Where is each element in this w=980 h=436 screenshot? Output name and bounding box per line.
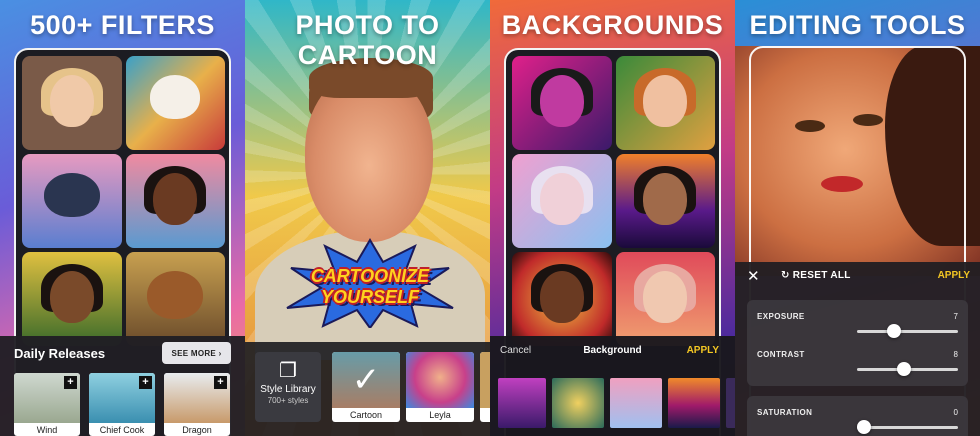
background-tile[interactable]	[615, 154, 715, 248]
reset-label: RESET ALL	[792, 270, 851, 281]
add-icon[interactable]: +	[64, 376, 77, 389]
filter-grid	[22, 56, 225, 346]
headline-cartoon-1: PHOTO TO	[295, 10, 440, 40]
background-option[interactable]	[668, 378, 720, 428]
filter-tile[interactable]	[22, 154, 122, 248]
slider-track[interactable]	[857, 426, 958, 429]
slider-exposure[interactable]: EXPOSURE 7	[757, 312, 958, 342]
gallery-icon: ❐	[279, 360, 297, 382]
checkmark-icon: ✓	[332, 352, 400, 408]
slider-label: SATURATION	[757, 408, 813, 417]
slider-saturation[interactable]: SATURATION 0	[757, 408, 958, 436]
background-tile[interactable]	[615, 252, 715, 346]
sticker-line-1: CARTOONIZE	[310, 266, 430, 286]
style-label: Cartoon	[349, 410, 383, 420]
filter-tile[interactable]	[125, 56, 225, 150]
background-tile[interactable]	[512, 252, 612, 346]
adjust-panel: ✕ ↻ RESET ALL APPLY EXPOSURE 7 CONTRAST …	[735, 262, 980, 436]
slider-label: CONTRAST	[757, 350, 805, 359]
background-grid	[512, 56, 715, 346]
background-tile[interactable]	[512, 56, 612, 150]
slider-label: EXPOSURE	[757, 312, 805, 321]
reset-icon: ↻	[781, 270, 790, 281]
panel-editing: EDITING TOOLS ✕ ↻ RESET ALL APPLY EXPOSU…	[735, 0, 980, 436]
background-option[interactable]	[552, 378, 604, 428]
filter-tile[interactable]	[125, 154, 225, 248]
style-strip: ❐ Style Library 700+ styles ✓ Cartoon Le…	[245, 342, 490, 436]
slider-track[interactable]	[857, 330, 958, 333]
headline-filters: 500+ FILTERS	[30, 10, 215, 40]
background-picker: Cancel Background APPLY	[490, 336, 735, 436]
release-card-wind[interactable]: + Wind	[14, 373, 80, 436]
release-card-dragon[interactable]: + Dragon	[164, 373, 230, 436]
apply-button[interactable]: APPLY	[687, 345, 719, 356]
section-title: Daily Releases	[14, 346, 106, 361]
style-card-leyla[interactable]: Leyla	[406, 352, 474, 422]
background-tile[interactable]	[615, 56, 715, 150]
slider-value: 7	[953, 312, 958, 321]
slider-card-tone: EXPOSURE 7 CONTRAST 8	[747, 300, 968, 386]
style-label: Leyla	[429, 410, 451, 420]
release-card-chief-cook[interactable]: + Chief Cook	[89, 373, 155, 436]
headline-editing: EDITING TOOLS	[749, 10, 966, 40]
add-icon[interactable]: +	[214, 376, 227, 389]
background-tile[interactable]	[512, 154, 612, 248]
filter-tile[interactable]	[22, 56, 122, 150]
headline-backgrounds: BACKGROUNDS	[501, 10, 724, 40]
background-options	[490, 378, 735, 428]
slider-knob[interactable]	[857, 420, 871, 434]
background-option[interactable]	[498, 378, 546, 428]
filter-tile[interactable]	[22, 252, 122, 346]
release-label: Chief Cook	[99, 425, 145, 435]
close-icon[interactable]: ✕	[747, 267, 760, 285]
headline-cartoon-2: CARTOON	[297, 40, 438, 70]
style-card-partial[interactable]	[480, 352, 490, 422]
release-label: Dragon	[182, 425, 212, 435]
library-sub: 700+ styles	[267, 396, 309, 405]
filter-tile[interactable]	[125, 252, 225, 346]
background-option[interactable]	[610, 378, 662, 428]
style-card-cartoon[interactable]: ✓ Cartoon	[332, 352, 400, 422]
release-list: + Wind + Chief Cook + Dragon	[14, 373, 230, 436]
reset-all-button[interactable]: ↻ RESET ALL	[781, 270, 851, 281]
apply-button[interactable]: APPLY	[938, 270, 970, 281]
slider-card-color: SATURATION 0	[747, 396, 968, 436]
sticker-text: CARTOONIZE YOURSELF	[289, 266, 451, 308]
slider-value: 0	[953, 408, 958, 417]
see-more-button[interactable]: SEE MORE ›	[162, 342, 231, 364]
slider-contrast[interactable]: CONTRAST 8	[757, 350, 958, 380]
panel-filters: 500+ FILTERS Daily Releases SEE MORE › +…	[0, 0, 245, 436]
library-label: Style Library	[260, 384, 316, 395]
background-option[interactable]	[726, 378, 735, 428]
add-icon[interactable]: +	[139, 376, 152, 389]
daily-releases-sheet: Daily Releases SEE MORE › + Wind + Chief…	[0, 336, 245, 436]
panel-cartoon: PHOTO TO CARTOON CARTOONIZE YOURSELF ❐ S…	[245, 0, 490, 436]
sticker-line-2: YOURSELF	[320, 287, 419, 307]
slider-knob[interactable]	[887, 324, 901, 338]
style-library-button[interactable]: ❐ Style Library 700+ styles	[255, 352, 321, 422]
release-label: Wind	[36, 425, 58, 435]
slider-value: 8	[953, 350, 958, 359]
panel-backgrounds: BACKGROUNDS Cancel Background APPLY	[490, 0, 735, 436]
slider-knob[interactable]	[897, 362, 911, 376]
